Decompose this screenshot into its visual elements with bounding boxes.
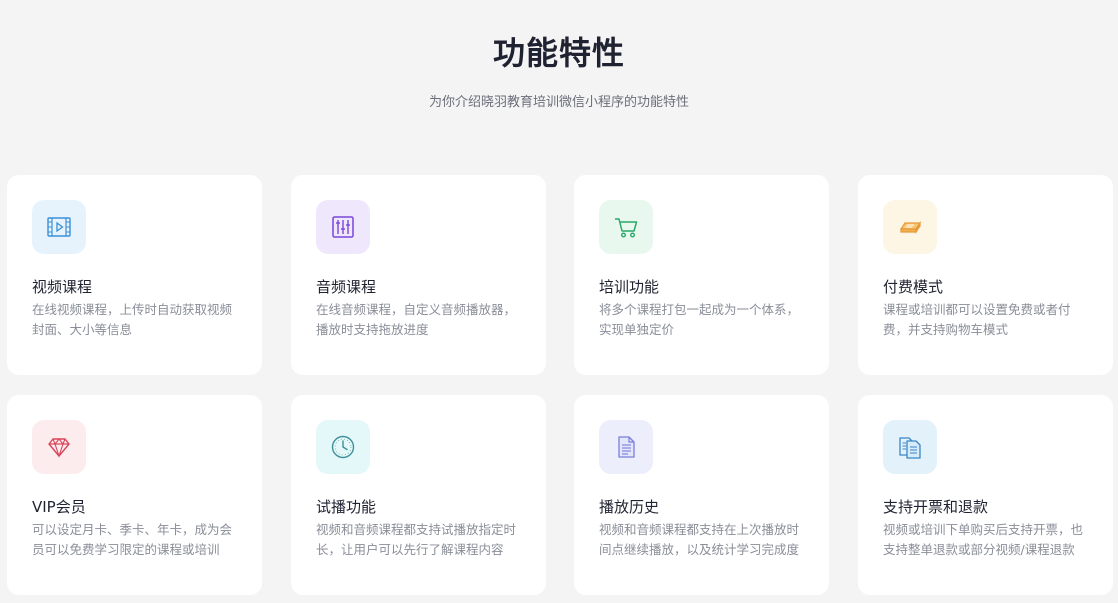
feature-description: 在线音频课程，自定义音频播放器，播放时支持拖放进度 <box>316 302 517 337</box>
feature-card-training[interactable]: 培训功能 将多个课程打包一起成为一个体系，实现单独定价 <box>574 175 829 375</box>
feature-description: 视频和音频课程都支持在上次播放时间点继续播放，以及统计学习完成度 <box>599 522 800 557</box>
features-page: 功能特性 为你介绍晓羽教育培训微信小程序的功能特性 视频课程 在线视频课程，上传… <box>0 0 1118 603</box>
feature-title: VIP会员 <box>32 498 86 516</box>
feature-icon-box <box>316 420 370 474</box>
feature-icon-box <box>316 200 370 254</box>
clock-icon <box>331 435 355 459</box>
feature-card-video-course[interactable]: 视频课程 在线视频课程，上传时自动获取视频封面、大小等信息 <box>7 175 262 375</box>
document-icon <box>618 436 635 458</box>
cart-icon <box>615 218 638 238</box>
feature-card-invoice-refund[interactable]: 支持开票和退款 视频或培训下单购买后支持开票，也支持整单退款或部分视频/课程退款 <box>858 395 1113 595</box>
feature-title: 培训功能 <box>599 278 660 296</box>
feature-description: 在线视频课程，上传时自动获取视频封面、大小等信息 <box>32 302 233 337</box>
feature-title: 试播功能 <box>316 498 377 516</box>
feature-icon-box <box>32 200 86 254</box>
feature-card-trial[interactable]: 试播功能 视频和音频课程都支持试播放指定时长，让用户可以先行了解课程内容 <box>291 395 546 595</box>
feature-description: 将多个课程打包一起成为一个体系，实现单独定价 <box>599 302 800 337</box>
page-title: 功能特性 <box>492 34 625 72</box>
feature-icon-box <box>883 420 937 474</box>
feature-title: 播放历史 <box>599 498 660 516</box>
feature-icon-box <box>599 200 653 254</box>
feature-title: 支持开票和退款 <box>883 498 989 516</box>
feature-icon-box <box>32 420 86 474</box>
feature-card-history[interactable]: 播放历史 视频和音频课程都支持在上次播放时间点继续播放，以及统计学习完成度 <box>574 395 829 595</box>
feature-title: 付费模式 <box>883 278 944 296</box>
feature-title: 视频课程 <box>32 278 93 296</box>
equalizer-icon <box>332 216 354 238</box>
feature-icon-box <box>883 200 937 254</box>
feature-description: 视频和音频课程都支持试播放指定时长，让用户可以先行了解课程内容 <box>316 522 517 557</box>
page-subtitle: 为你介绍晓羽教育培训微信小程序的功能特性 <box>428 95 689 110</box>
money-icon <box>899 221 922 234</box>
feature-icon-box <box>599 420 653 474</box>
invoice-icon <box>899 437 921 459</box>
feature-title: 音频课程 <box>316 278 377 296</box>
feature-description: 课程或培训都可以设置免费或者付费，并支持购物车模式 <box>883 302 1071 337</box>
feature-card-payment[interactable]: 付费模式 课程或培训都可以设置免费或者付费，并支持购物车模式 <box>858 175 1113 375</box>
diamond-icon <box>48 438 70 458</box>
feature-card-audio-course[interactable]: 音频课程 在线音频课程，自定义音频播放器，播放时支持拖放进度 <box>291 175 546 375</box>
feature-description: 可以设定月卡、季卡、年卡，成为会员可以免费学习限定的课程或培训 <box>32 522 233 557</box>
feature-description: 视频或培训下单购买后支持开票，也支持整单退款或部分视频/课程退款 <box>883 522 1084 557</box>
video-icon <box>47 217 71 237</box>
feature-card-vip[interactable]: VIP会员 可以设定月卡、季卡、年卡，成为会员可以免费学习限定的课程或培训 <box>7 395 262 595</box>
